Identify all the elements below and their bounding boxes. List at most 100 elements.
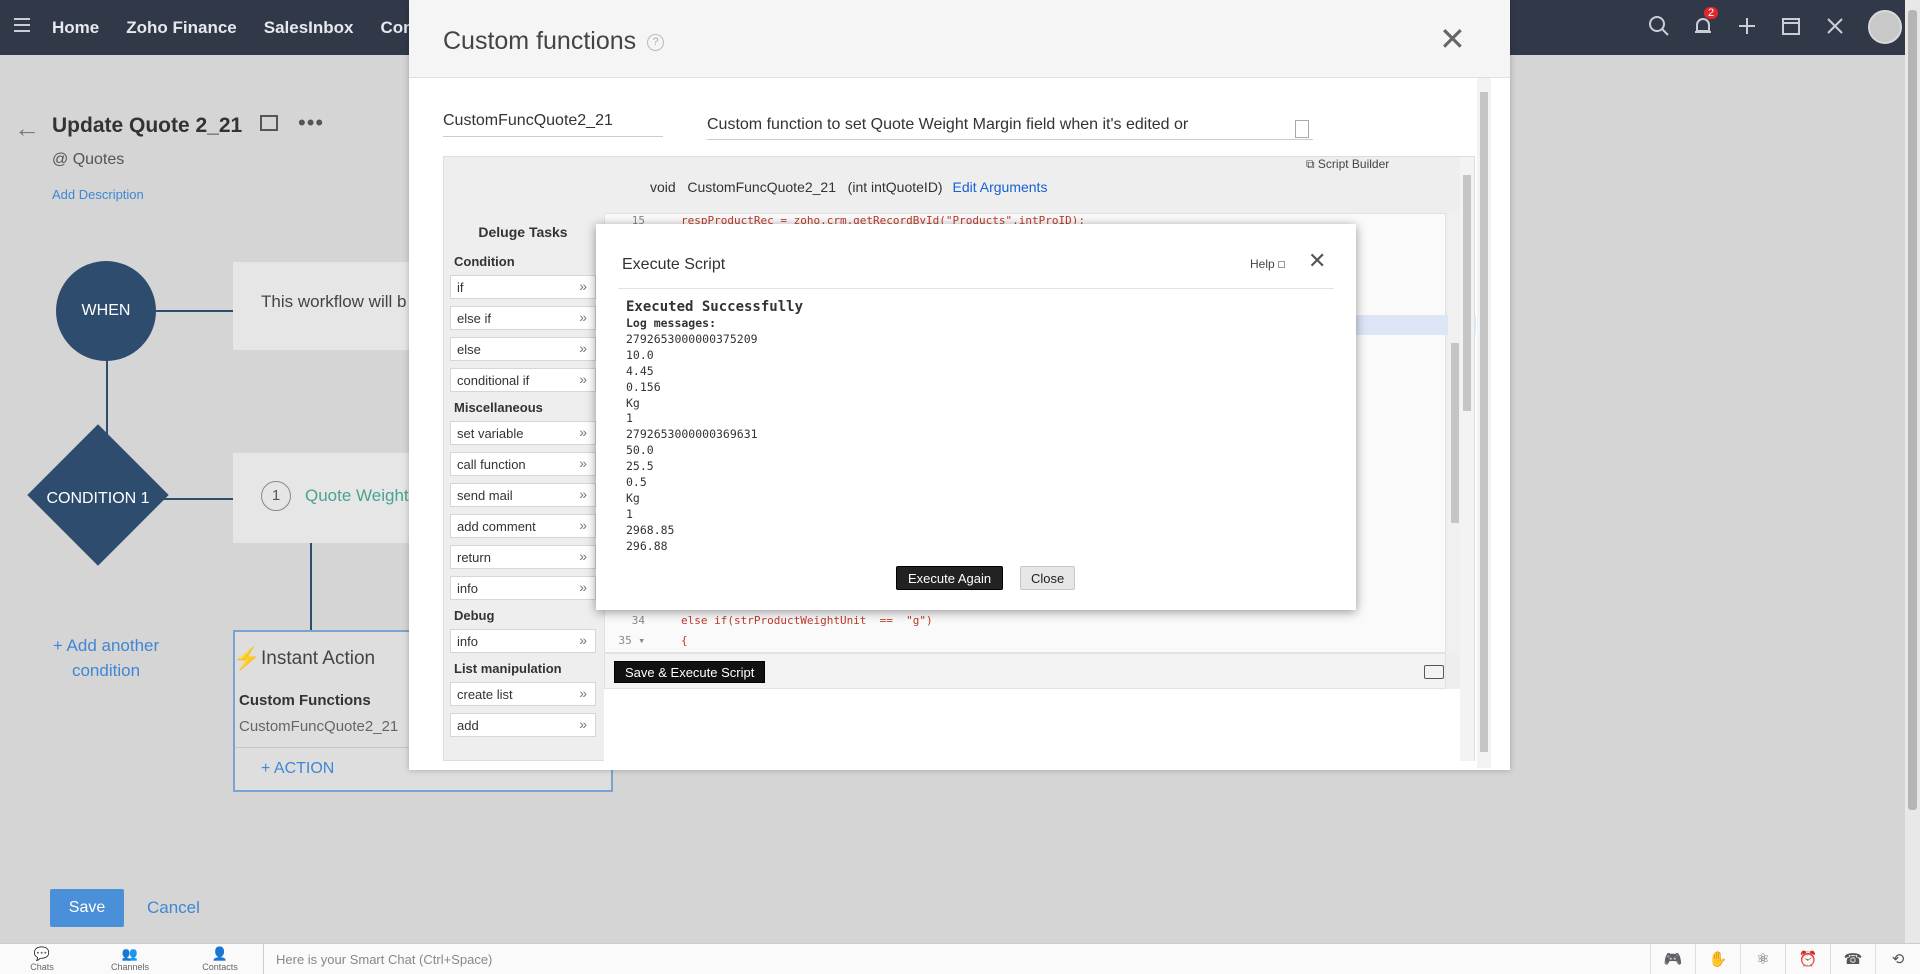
scrollbar-thumb[interactable] xyxy=(1480,92,1488,752)
task-add-comment[interactable]: add comment xyxy=(450,514,596,538)
connector-line xyxy=(310,543,312,631)
modal-title: Custom functions xyxy=(443,27,637,55)
dialog-title: Execute Script xyxy=(622,256,726,273)
help-label: Help xyxy=(1250,257,1275,271)
chats-button[interactable]: 💬 Chats xyxy=(12,946,72,972)
custom-function-name[interactable]: CustomFuncQuote2_21 xyxy=(239,718,398,735)
lightning-icon: ⚡ xyxy=(233,646,261,671)
notification-badge: 2 xyxy=(1704,7,1719,19)
signature-name: CustomFuncQuote2_21 xyxy=(687,179,836,195)
task-add[interactable]: add xyxy=(450,713,596,737)
top-right-icons: 2 xyxy=(1648,7,1902,44)
avatar[interactable] xyxy=(1868,10,1902,44)
deluge-tasks-palette: Deluge Tasks Condition if else if else c… xyxy=(450,210,596,760)
task-call-function[interactable]: call function xyxy=(450,452,596,476)
alarm-icon[interactable]: ⏰ xyxy=(1785,944,1830,974)
nav-zoho-finance[interactable]: Zoho Finance xyxy=(126,18,237,38)
task-return[interactable]: return xyxy=(450,545,596,569)
history-icon[interactable]: ⟲ xyxy=(1875,944,1920,974)
modal-scrollbar[interactable] xyxy=(1477,78,1491,768)
smart-chat-placeholder: Here is your Smart Chat (Ctrl+Space) xyxy=(276,952,493,967)
nav-home[interactable]: Home xyxy=(52,18,99,38)
log-line: 50.0 xyxy=(626,443,654,458)
editor-footer-area xyxy=(604,689,1460,761)
contacts-icon: 👤 xyxy=(211,946,229,961)
scrollbar-thumb[interactable] xyxy=(1451,343,1459,523)
connector-line xyxy=(155,310,235,312)
plus-icon[interactable] xyxy=(1736,15,1760,39)
log-line: 10.0 xyxy=(626,347,654,362)
add-action-link[interactable]: + ACTION xyxy=(261,760,334,778)
module-label: @ Quotes xyxy=(52,151,125,168)
lock-icon[interactable] xyxy=(260,115,278,131)
page-scrollbar[interactable] xyxy=(1905,0,1920,943)
log-line: 1 xyxy=(626,506,633,521)
atom-icon[interactable]: ⚛ xyxy=(1740,944,1785,974)
function-name-field[interactable]: CustomFuncQuote2_21 xyxy=(443,112,663,137)
tools-icon[interactable] xyxy=(1824,15,1848,39)
back-arrow-icon[interactable]: ← xyxy=(14,113,40,144)
search-icon[interactable] xyxy=(1648,15,1672,39)
save-button[interactable]: Save xyxy=(50,889,124,927)
close-icon[interactable]: ✕ xyxy=(1439,20,1466,58)
bell-icon[interactable]: 2 xyxy=(1692,7,1719,39)
nav-salesinbox[interactable]: SalesInbox xyxy=(264,18,354,38)
channels-button[interactable]: 👥 Channels xyxy=(100,946,160,972)
function-signature: void CustomFuncQuote2_21 (int intQuoteID… xyxy=(650,179,1047,195)
palette-section-miscellaneous: Miscellaneous xyxy=(454,400,543,415)
task-info[interactable]: info xyxy=(450,576,596,600)
hamburger-menu-icon[interactable] xyxy=(14,18,30,36)
more-options-icon[interactable]: ••• xyxy=(298,110,324,136)
log-line: 0.156 xyxy=(626,379,661,394)
function-description-field[interactable]: Custom function to set Quote Weight Marg… xyxy=(707,116,1313,140)
task-if[interactable]: if xyxy=(450,275,596,299)
trigger-text: This workflow will b xyxy=(261,292,407,311)
phone-icon[interactable]: ☎ xyxy=(1830,944,1875,974)
keyboard-icon[interactable] xyxy=(1424,665,1444,679)
palette-title: Deluge Tasks xyxy=(478,224,568,240)
chats-label: Chats xyxy=(30,962,54,972)
log-line: 2792653000000369631 xyxy=(626,427,758,442)
smart-chat-input[interactable]: Here is your Smart Chat (Ctrl+Space) xyxy=(263,944,1613,974)
add-description-link[interactable]: Add Description xyxy=(52,187,144,202)
log-messages-label: Log messages: xyxy=(626,316,717,330)
gamepad-icon[interactable]: 🎮 xyxy=(1650,944,1695,974)
line-number: 35 ▾ xyxy=(618,634,646,647)
log-line: Kg xyxy=(626,395,640,410)
signal-icon[interactable]: ✋ xyxy=(1695,944,1740,974)
execute-again-button[interactable]: Execute Again xyxy=(896,566,1004,590)
condition-box[interactable]: 1 Quote Weight xyxy=(233,453,433,543)
log-line: 2792653000000375209 xyxy=(626,331,758,346)
task-conditional-if[interactable]: conditional if xyxy=(450,368,596,392)
task-create-list[interactable]: create list xyxy=(450,682,596,706)
trigger-box[interactable]: This workflow will b xyxy=(233,262,433,350)
editor-scrollbar[interactable] xyxy=(1460,157,1474,761)
help-link[interactable]: Help xyxy=(1250,257,1285,271)
scrollbar-thumb[interactable] xyxy=(1463,175,1471,411)
help-icon[interactable]: ? xyxy=(647,34,664,51)
channels-icon: 👥 xyxy=(121,946,139,961)
task-send-mail[interactable]: send mail xyxy=(450,483,596,507)
edit-arguments-link[interactable]: Edit Arguments xyxy=(953,179,1048,195)
condition-number: 1 xyxy=(261,481,291,511)
task-else[interactable]: else xyxy=(450,337,596,361)
cancel-button[interactable]: Cancel xyxy=(147,898,200,918)
save-execute-button[interactable]: Save & Execute Script xyxy=(614,661,766,683)
code-line: else if(strProductWeightUnit == "g") xyxy=(681,614,933,627)
task-set-variable[interactable]: set variable xyxy=(450,421,596,445)
script-builder-toggle[interactable]: ⧉ Script Builder xyxy=(1306,157,1389,172)
contacts-button[interactable]: 👤 Contacts xyxy=(190,946,250,972)
log-line: 0.5 xyxy=(626,475,647,490)
scrollbar-thumb[interactable] xyxy=(1908,10,1917,810)
task-debug-info[interactable]: info xyxy=(450,629,596,653)
close-icon[interactable]: ✕ xyxy=(1308,248,1326,274)
condition-node-label: CONDITION 1 xyxy=(46,490,150,507)
calendar-icon[interactable] xyxy=(1780,15,1804,39)
when-node[interactable]: WHEN xyxy=(56,261,156,361)
task-else-if[interactable]: else if xyxy=(450,306,596,330)
resize-handle-icon[interactable] xyxy=(1295,120,1309,138)
external-link-icon xyxy=(1277,261,1285,269)
close-button[interactable]: Close xyxy=(1020,566,1076,590)
add-condition-link[interactable]: + Add another condition xyxy=(48,633,164,683)
condition-text: Quote Weight xyxy=(305,486,409,505)
